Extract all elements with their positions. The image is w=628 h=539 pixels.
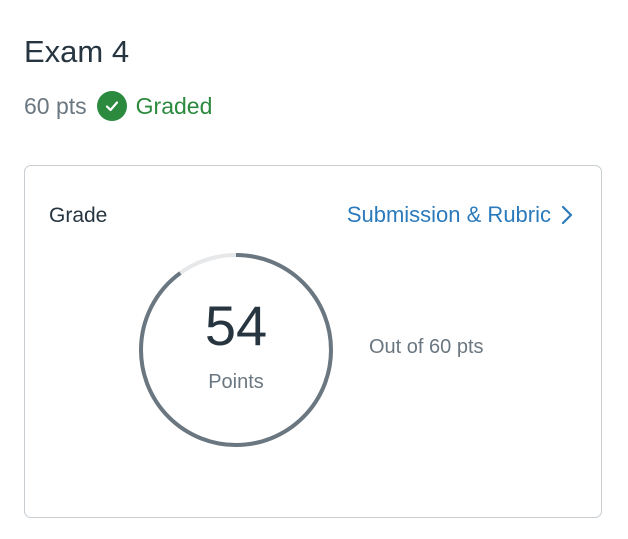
- submission-rubric-link[interactable]: Submission & Rubric: [347, 202, 573, 228]
- grade-card: Grade Submission & Rubric 54 Points Out …: [24, 165, 602, 518]
- score-unit-label: Points: [208, 371, 264, 393]
- grade-card-title: Grade: [49, 204, 108, 227]
- score-value: 54: [204, 294, 268, 357]
- out-of-points: Out of 60 pts: [369, 336, 484, 358]
- points-possible: 60 pts: [24, 92, 87, 119]
- graded-status: Graded: [135, 92, 213, 119]
- assignment-meta: 60 pts Graded: [24, 90, 212, 122]
- check-circle-icon: [96, 91, 127, 121]
- submission-rubric-link-label: Submission & Rubric: [346, 202, 551, 227]
- assignment-title: Exam 4: [24, 34, 130, 69]
- chevron-right-icon: [561, 205, 573, 225]
